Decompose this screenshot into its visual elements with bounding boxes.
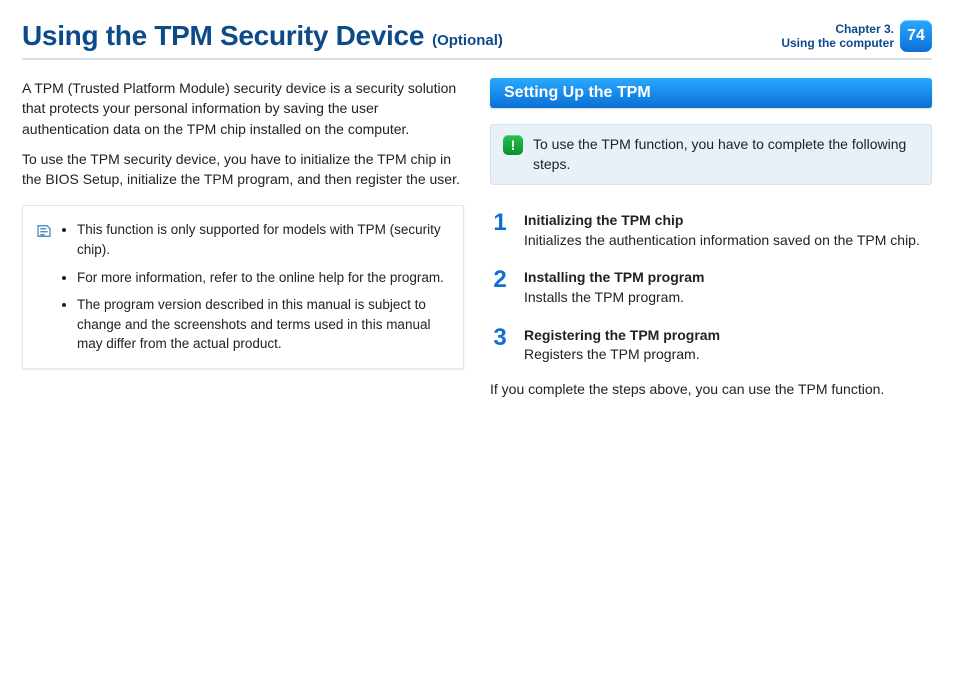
note-item: For more information, refer to the onlin… [77,268,447,288]
chapter-line-2: Using the computer [781,36,894,50]
step-body: Registering the TPM program Registers th… [524,326,720,365]
steps-list: 1 Initializing the TPM chip Initializes … [490,211,932,365]
step-description: Installs the TPM program. [524,288,704,308]
step-title: Installing the TPM program [524,268,704,288]
step-title: Registering the TPM program [524,326,720,346]
closing-paragraph: If you complete the steps above, you can… [490,379,932,399]
section-heading-text: Setting Up the TPM [504,84,651,101]
section-heading: Setting Up the TPM [490,78,932,108]
alert-text: To use the TPM function, you have to com… [533,135,919,174]
note-box: This function is only supported for mode… [22,205,464,368]
step-body: Initializing the TPM chip Initializes th… [524,211,920,250]
step-item: 1 Initializing the TPM chip Initializes … [490,211,932,250]
step-number: 1 [490,211,510,235]
step-item: 2 Installing the TPM program Installs th… [490,268,932,307]
step-title: Initializing the TPM chip [524,211,920,231]
page-number-badge: 74 [900,20,932,52]
step-number: 3 [490,326,510,350]
alert-icon: ! [503,135,523,155]
page-title: Using the TPM Security Device [22,20,424,52]
step-item: 3 Registering the TPM program Registers … [490,326,932,365]
note-item: The program version described in this ma… [77,295,447,354]
note-icon [35,220,53,353]
header-right: Chapter 3. Using the computer 74 [781,20,932,52]
note-item: This function is only supported for mode… [77,220,447,259]
note-list: This function is only supported for mode… [63,220,447,353]
chapter-label: Chapter 3. Using the computer [781,22,894,51]
page: Using the TPM Security Device (Optional)… [0,0,954,409]
alert-box: ! To use the TPM function, you have to c… [490,124,932,185]
page-subtitle: (Optional) [432,32,503,49]
step-description: Registers the TPM program. [524,345,720,365]
right-column: Setting Up the TPM ! To use the TPM func… [490,78,932,409]
intro-paragraph-1: A TPM (Trusted Platform Module) security… [22,78,464,139]
step-number: 2 [490,268,510,292]
header-left: Using the TPM Security Device (Optional) [22,20,503,52]
chapter-line-1: Chapter 3. [781,22,894,36]
left-column: A TPM (Trusted Platform Module) security… [22,78,464,409]
header-divider [22,58,932,60]
page-number: 74 [907,27,925,45]
intro-paragraph-2: To use the TPM security device, you have… [22,149,464,190]
content-columns: A TPM (Trusted Platform Module) security… [22,78,932,409]
step-description: Initializes the authentication informati… [524,231,920,251]
page-header: Using the TPM Security Device (Optional)… [22,20,932,52]
step-body: Installing the TPM program Installs the … [524,268,704,307]
